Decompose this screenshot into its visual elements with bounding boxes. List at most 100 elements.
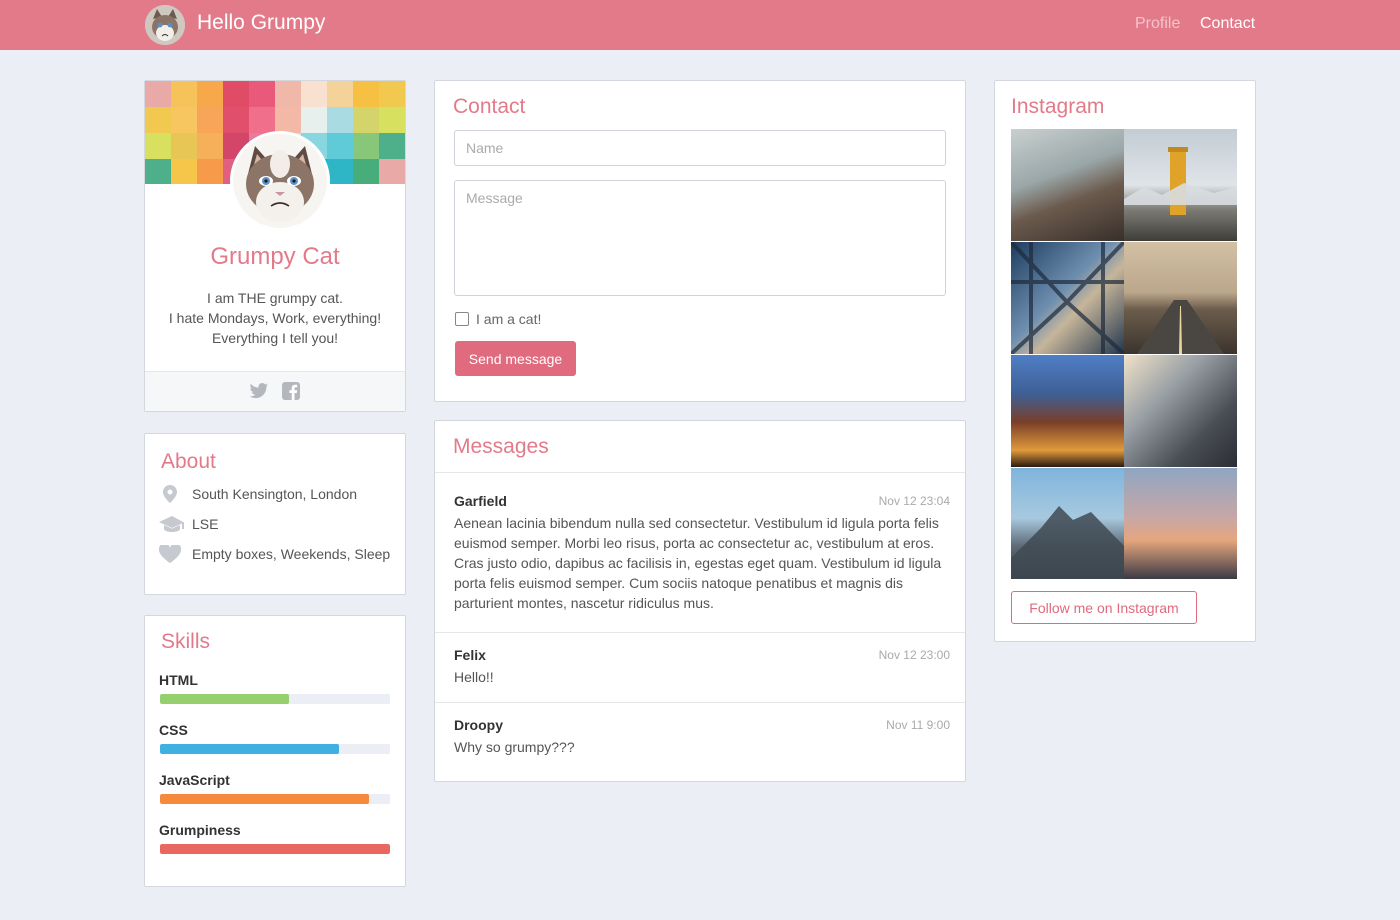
follow-instagram-button[interactable]: Follow me on Instagram — [1011, 591, 1197, 624]
instagram-panel: Instagram Follow me on Instagram — [994, 80, 1256, 642]
building-photo[interactable] — [1011, 355, 1124, 467]
tower-photo[interactable] — [1124, 129, 1237, 241]
about-likes-text: Empty boxes, Weekends, Sleep — [192, 546, 391, 562]
street-photo[interactable] — [1124, 355, 1237, 467]
message-body: Aenean lacinia bibendum nulla sed consec… — [454, 515, 942, 611]
send-message-button[interactable]: Send message — [455, 341, 576, 376]
mountain-photo[interactable] — [1011, 468, 1124, 579]
profile-card: Grumpy Cat I am THE grumpy cat. I hate M… — [144, 80, 406, 412]
skill-label: HTML — [159, 672, 198, 688]
skill-fill — [160, 794, 370, 804]
cover-tile — [327, 133, 353, 159]
skill-fill — [160, 844, 390, 854]
skill-track — [160, 694, 390, 704]
cover-tile — [327, 159, 353, 184]
skill-grumpiness: Grumpiness — [159, 822, 391, 854]
message-item[interactable]: Felix Nov 12 23:00 Hello!! — [454, 647, 950, 691]
brand-avatar[interactable] — [145, 5, 185, 45]
cover-tile — [171, 159, 197, 184]
cover-tile — [353, 107, 379, 133]
cover-tile — [249, 81, 275, 107]
cover-tile — [301, 81, 327, 107]
contact-title: Contact — [453, 95, 526, 118]
navbar: Hello Grumpy Profile Contact — [0, 0, 1400, 50]
skill-javascript: JavaScript — [159, 772, 391, 804]
message-author: Felix — [454, 647, 486, 663]
coast-photo[interactable] — [1011, 129, 1124, 241]
cover-tile — [379, 81, 405, 107]
message-textarea[interactable] — [454, 180, 946, 296]
divider — [435, 472, 965, 473]
cover-tile — [197, 159, 223, 184]
cover-tile — [275, 107, 301, 133]
cover-tile — [171, 81, 197, 107]
about-title: About — [161, 450, 216, 473]
skill-label: CSS — [159, 722, 188, 738]
cover-tile — [223, 81, 249, 107]
bridge-photo[interactable] — [1011, 242, 1124, 354]
profile-bio-line: I hate Mondays, Work, everything! — [168, 310, 382, 326]
cover-tile — [145, 159, 171, 184]
about-panel: About South Kensington, London LSE Empty… — [144, 433, 406, 595]
profile-bio-line: I am THE grumpy cat. — [207, 290, 343, 306]
cover-tile — [171, 133, 197, 159]
profile-bio: I am THE grumpy cat. I hate Mondays, Wor… — [145, 288, 405, 348]
brand-title[interactable]: Hello Grumpy — [197, 11, 325, 35]
contact-panel: Contact I am a cat! Send message — [434, 80, 966, 402]
cover-tile — [327, 81, 353, 107]
cover-tile — [249, 107, 275, 133]
skill-track — [160, 844, 390, 854]
message-body: Hello!! — [454, 669, 494, 685]
sunset-photo[interactable] — [1124, 468, 1237, 579]
divider — [435, 632, 965, 633]
profile-bio-line: Everything I tell you! — [211, 330, 339, 346]
cat-checkbox-label[interactable]: I am a cat! — [476, 311, 541, 327]
message-body: Why so grumpy??? — [454, 739, 575, 755]
message-author: Garfield — [454, 493, 507, 509]
instagram-title: Instagram — [1011, 95, 1105, 118]
cover-tile — [301, 107, 327, 133]
message-item[interactable]: Garfield Nov 12 23:04 Aenean lacinia bib… — [454, 493, 950, 613]
skills-panel: Skills HTML CSS JavaScript Grumpiness — [144, 615, 406, 887]
skill-label: Grumpiness — [159, 822, 241, 838]
nav-link-contact[interactable]: Contact — [1200, 15, 1255, 33]
cover-tile — [379, 107, 405, 133]
name-input[interactable] — [454, 130, 946, 166]
cover-tile — [223, 107, 249, 133]
message-author: Droopy — [454, 717, 503, 733]
skill-track — [160, 744, 390, 754]
twitter-icon[interactable] — [249, 382, 269, 405]
facebook-icon[interactable] — [282, 382, 300, 405]
graduation-cap-icon — [159, 515, 184, 535]
cover-tile — [197, 81, 223, 107]
skills-title: Skills — [161, 630, 211, 653]
skill-label: JavaScript — [159, 772, 230, 788]
cover-tile — [353, 159, 379, 184]
cover-tile — [197, 107, 223, 133]
skill-fill — [160, 694, 289, 704]
cat-checkbox[interactable] — [455, 312, 469, 326]
divider — [435, 702, 965, 703]
cover-tile — [145, 81, 171, 107]
skill-html: HTML — [159, 672, 391, 704]
cover-tile — [145, 107, 171, 133]
cover-tile — [327, 107, 353, 133]
cover-tile — [275, 81, 301, 107]
cover-tile — [197, 133, 223, 159]
messages-title: Messages — [453, 435, 549, 458]
instagram-grid — [1011, 129, 1237, 579]
cover-tile — [379, 159, 405, 184]
about-education-text: LSE — [192, 516, 219, 532]
profile-social-bar — [145, 371, 405, 411]
message-time: Nov 12 23:00 — [878, 648, 950, 662]
profile-avatar — [230, 131, 330, 231]
message-item[interactable]: Droopy Nov 11 9:00 Why so grumpy??? — [454, 717, 950, 761]
heart-icon — [158, 543, 182, 565]
cover-tile — [353, 133, 379, 159]
skill-track — [160, 794, 390, 804]
message-time: Nov 11 9:00 — [886, 718, 950, 732]
road-photo[interactable] — [1124, 242, 1237, 354]
cover-tile — [145, 133, 171, 159]
cover-tile — [171, 107, 197, 133]
nav-link-profile[interactable]: Profile — [1135, 15, 1180, 33]
